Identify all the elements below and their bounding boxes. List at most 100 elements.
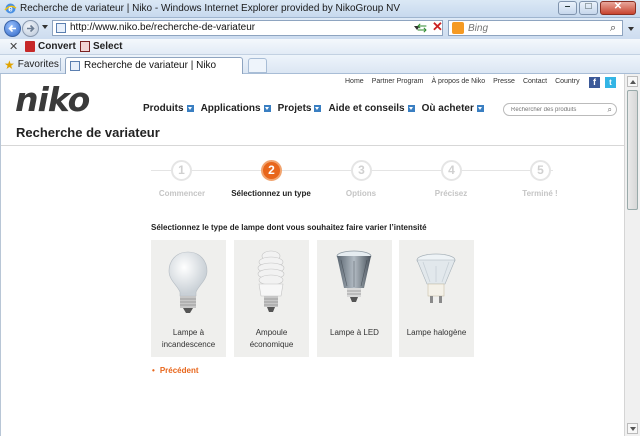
main-nav: Produits Applications Projets Aide et co… — [143, 103, 491, 114]
tab-favicon-icon — [70, 61, 80, 71]
address-toolbar: http://www.niko.be/recherche-de-variateu… — [0, 18, 640, 39]
select-icon — [80, 41, 90, 52]
scroll-down-icon[interactable] — [627, 423, 638, 434]
top-nav-country[interactable]: Country — [555, 78, 580, 85]
convert-label: Convert — [38, 41, 76, 52]
scrollbar-thumb[interactable] — [627, 90, 638, 210]
browser-search-input[interactable] — [468, 22, 598, 34]
new-tab-button[interactable] — [248, 58, 267, 73]
chevron-down-icon — [476, 105, 484, 112]
url-text[interactable]: http://www.niko.be/recherche-de-variateu… — [70, 22, 255, 33]
back-button[interactable] — [4, 20, 21, 37]
facebook-icon[interactable]: f — [589, 77, 600, 88]
svg-text:e: e — [8, 5, 13, 14]
nav-label: Où acheter — [421, 103, 474, 114]
top-nav-partner-program[interactable]: Partner Program — [372, 78, 424, 85]
close-toolbar-icon[interactable]: ✕ — [9, 40, 18, 53]
label-line-2: incandescence — [161, 340, 216, 349]
top-nav-about[interactable]: À propos de Niko — [431, 78, 485, 85]
minimize-icon: – — [564, 1, 571, 12]
maximize-icon: □ — [585, 1, 592, 12]
window-controls: – □ ✕ — [556, 1, 636, 16]
nav-item-applications[interactable]: Applications — [201, 103, 271, 114]
lamp-card-incandescent[interactable]: Lampe à incandescence — [151, 240, 226, 357]
web-page: niko Home Partner Program À propos de Ni… — [0, 74, 624, 436]
lamp-card-energy-saving[interactable]: Ampoule économique — [234, 240, 309, 357]
label-line-1: Lampe halogène — [406, 328, 467, 337]
lamp-card-label: Lampe à LED — [317, 327, 392, 339]
site-search-input[interactable] — [511, 105, 601, 115]
title-divider — [1, 145, 624, 146]
window-title: Recherche de variateur | Niko - Windows … — [20, 3, 400, 14]
label-line-1: Lampe à LED — [330, 328, 379, 337]
search-icon[interactable]: ⌕ — [608, 105, 612, 115]
maximize-button[interactable]: □ — [579, 1, 598, 15]
nav-label: Produits — [143, 103, 184, 114]
minimize-button[interactable]: – — [558, 1, 577, 15]
led-bulb-icon — [336, 250, 372, 302]
chevron-down-icon — [407, 105, 415, 112]
window-title-bar: e Recherche de variateur | Niko - Window… — [0, 0, 640, 18]
top-nav: Home Partner Program À propos de Niko Pr… — [345, 78, 588, 85]
url-field[interactable]: http://www.niko.be/recherche-de-variateu… — [52, 20, 443, 36]
niko-logo[interactable]: niko — [15, 80, 90, 119]
convert-button[interactable]: Convert — [25, 41, 87, 52]
nav-item-produits[interactable]: Produits — [143, 103, 194, 114]
lamp-card-label: Lampe à incandescence — [151, 327, 226, 351]
browser-tab[interactable]: Recherche de variateur | Niko — [65, 57, 243, 74]
command-toolbar: ✕ Convert Select — [0, 39, 640, 55]
nav-label: Projets — [277, 103, 312, 114]
favorites-button[interactable]: ★ Favorites — [4, 57, 63, 72]
search-magnifier-icon[interactable]: ⌕ — [610, 22, 616, 35]
bullet-icon: • — [152, 366, 155, 375]
nav-item-ou-acheter[interactable]: Où acheter — [422, 103, 484, 114]
browser-search-box[interactable] — [448, 20, 623, 36]
site-search-box[interactable]: ⌕ — [503, 103, 617, 116]
forward-button[interactable] — [22, 20, 39, 37]
select-label: Select — [93, 41, 123, 52]
tab-label: Recherche de variateur | Niko — [84, 60, 217, 71]
close-icon: ✕ — [613, 1, 623, 12]
star-icon: ★ — [4, 57, 15, 72]
top-nav-home[interactable]: Home — [345, 78, 364, 85]
previous-label: Précédent — [159, 366, 199, 375]
step-5-label: Terminé ! — [522, 189, 558, 198]
forward-arrow-icon — [27, 24, 35, 33]
lamp-card-label: Ampoule économique — [234, 327, 309, 351]
vertical-scrollbar[interactable] — [624, 74, 640, 436]
energy-saving-bulb-icon — [257, 250, 285, 312]
lamp-card-led[interactable]: Lampe à LED — [317, 240, 392, 357]
top-nav-contact[interactable]: Contact — [523, 78, 547, 85]
page-favicon-icon — [56, 23, 66, 33]
twitter-icon[interactable]: t — [605, 77, 616, 88]
incandescent-bulb-icon — [168, 251, 208, 313]
previous-link[interactable]: • Précédent — [152, 366, 199, 375]
step-4-circle: 4 — [441, 160, 462, 181]
lamp-card-halogen[interactable]: Lampe halogène — [399, 240, 474, 357]
select-button[interactable]: Select — [80, 41, 122, 52]
step-4-label: Précisez — [434, 189, 468, 198]
bing-icon — [452, 22, 464, 34]
stop-icon[interactable]: ✕ — [432, 20, 444, 33]
search-dropdown-icon[interactable] — [628, 27, 634, 31]
scroll-up-icon[interactable] — [627, 76, 638, 87]
chevron-down-icon — [186, 105, 194, 112]
nav-label: Aide et conseils — [328, 103, 405, 114]
nav-label: Applications — [200, 103, 261, 114]
favorites-bar: ★ Favorites Recherche de variateur | Nik… — [0, 55, 640, 74]
nav-item-projets[interactable]: Projets — [278, 103, 322, 114]
ie-logo-icon: e — [4, 3, 17, 14]
nav-item-aide-et-conseils[interactable]: Aide et conseils — [328, 103, 415, 114]
instruction-text: Sélectionnez le type de lampe dont vous … — [151, 223, 427, 232]
back-arrow-icon — [8, 24, 16, 33]
top-nav-press[interactable]: Presse — [493, 78, 515, 85]
step-2-label: Sélectionnez un type — [231, 189, 311, 198]
history-dropdown-icon[interactable] — [42, 25, 48, 29]
step-5-circle: 5 — [530, 160, 551, 181]
refresh-icon[interactable]: ⇆ — [417, 22, 429, 34]
step-3-label: Options — [345, 189, 377, 198]
label-line-1: Lampe à — [172, 328, 205, 337]
step-3-circle: 3 — [351, 160, 372, 181]
close-button[interactable]: ✕ — [600, 1, 636, 15]
chevron-down-icon — [263, 105, 271, 112]
